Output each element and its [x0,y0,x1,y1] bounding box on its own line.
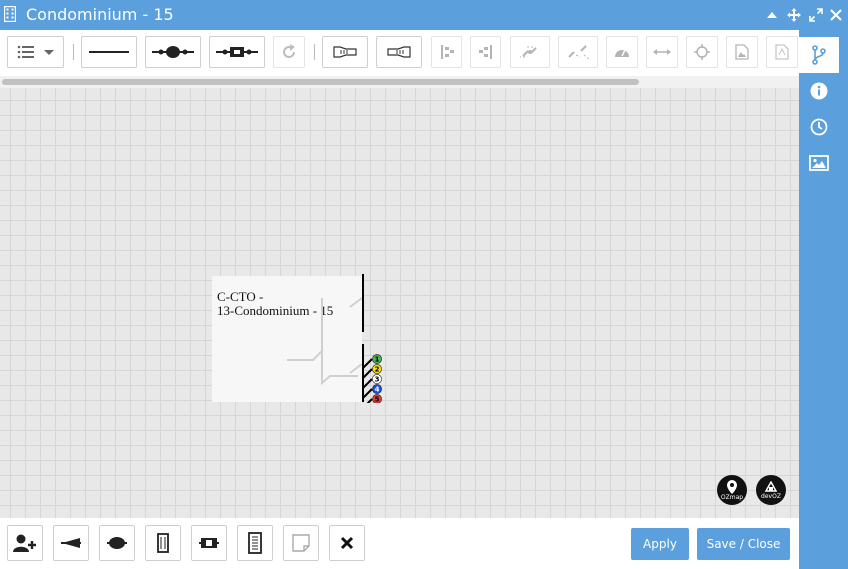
close-icon[interactable] [828,7,844,23]
scrollbar-thumb[interactable] [2,79,639,85]
note-icon[interactable] [283,525,319,561]
fiber-stroke [366,398,373,403]
splitter-left-button[interactable] [322,36,368,68]
fiber-port[interactable]: 2 [372,364,382,374]
image-icon[interactable] [799,145,839,181]
align-left-icon[interactable] [431,36,462,68]
window-title: Condominium - 15 [26,5,174,24]
fiber-number: 1 [375,355,380,363]
bottom-toolbar: Apply Save / Close [0,518,799,569]
fiber-number: 2 [375,365,380,373]
fiber-number: 5 [375,395,380,403]
connect-link-icon[interactable] [510,36,550,68]
center-crosshair-icon[interactable] [686,36,718,68]
right-sidebar [799,30,848,569]
fiber-tray: 123456789101112 [362,354,382,403]
collapse-up-icon[interactable] [764,7,780,23]
toolbar [0,30,799,76]
building-icon [3,5,17,26]
export-pdf-icon[interactable] [766,36,798,68]
fiber-number: 4 [375,385,380,393]
fiber-stroke [362,358,373,369]
fiber-port[interactable]: 3 [372,374,382,384]
tray-tool-icon[interactable] [145,525,181,561]
fiber-stroke [362,368,373,379]
disconnect-link-icon[interactable] [558,36,598,68]
splice-fusion-button[interactable] [145,36,201,68]
fiber-port[interactable]: 5 [372,394,382,403]
history-clock-icon[interactable] [799,109,839,145]
dio-tool-icon[interactable] [237,525,273,561]
align-right-icon[interactable] [470,36,501,68]
diagram-canvas[interactable]: C-CTO - 13-Condominium - 15 123456789101… [0,88,799,518]
move-icon[interactable] [786,7,802,23]
devoz-logo: devOZ [756,475,786,505]
list-menu-dropdown[interactable] [7,36,64,68]
apply-button[interactable]: Apply [631,528,689,560]
fiber-port[interactable]: 1 [372,354,382,364]
ozmap-logo: OZmap [717,475,747,505]
add-user-icon[interactable] [7,525,43,561]
splitter-tool-icon[interactable] [53,525,89,561]
splice-tool-icon[interactable] [99,525,135,561]
toolbar-divider [314,44,315,60]
export-image-icon[interactable] [726,36,758,68]
redo-icon[interactable] [273,36,305,68]
connector-button[interactable] [209,36,265,68]
gauge-icon[interactable] [606,36,638,68]
devoz-logo-text: devOZ [761,492,781,500]
maximize-icon[interactable] [808,7,824,23]
connector-tool-icon[interactable] [191,525,227,561]
fiber-number: 3 [375,375,380,383]
splitter-right-button[interactable] [376,36,422,68]
title-bar: Condominium - 15 [0,0,848,30]
sidebar-tab-branch[interactable] [799,37,839,73]
save-close-button[interactable]: Save / Close [697,528,790,560]
fiber-stroke [362,378,373,389]
ozmap-logo-text: OZmap [720,493,744,501]
delete-icon[interactable] [329,525,365,561]
fiber-stroke [362,388,373,399]
fiber-port[interactable]: 4 [372,384,382,394]
info-icon[interactable] [799,73,839,109]
horizontal-scrollbar[interactable] [0,76,799,88]
toolbar-divider [73,44,74,60]
cable-line-button[interactable] [81,36,137,68]
horizontal-resize-icon[interactable] [646,36,678,68]
